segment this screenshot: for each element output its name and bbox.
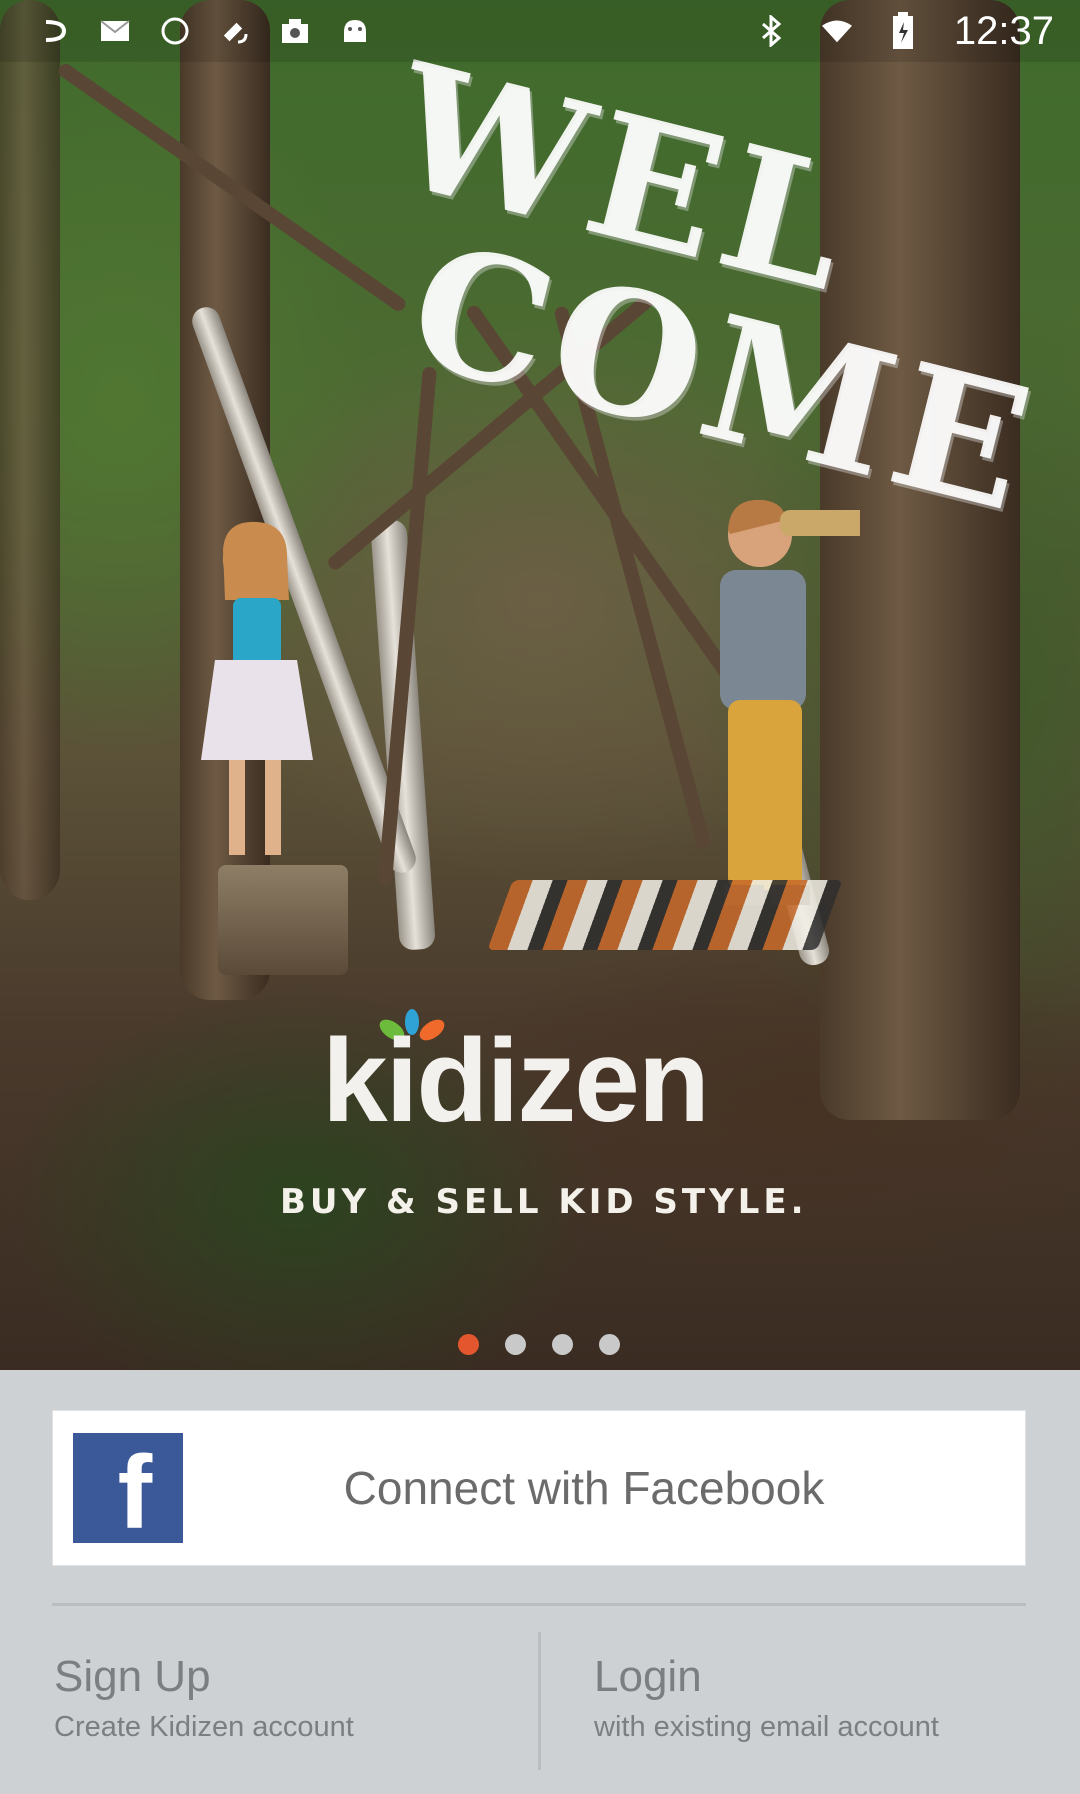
page-dot-3[interactable] (552, 1334, 573, 1355)
login-title: Login (594, 1652, 702, 1701)
login-button[interactable]: Login with existing email account (594, 1652, 939, 1744)
mail-icon (100, 16, 130, 46)
tree-trunk (0, 0, 60, 900)
page-dot-4[interactable] (599, 1334, 620, 1355)
facebook-icon: f (73, 1433, 183, 1545)
facebook-button-label: Connect with Facebook (343, 1462, 825, 1514)
camera-icon (280, 16, 310, 46)
divider (52, 1603, 1026, 1606)
page-dot-2[interactable] (505, 1334, 526, 1355)
tree-stump (218, 865, 348, 975)
bluetooth-icon (756, 15, 786, 47)
page-dot-1[interactable] (458, 1334, 479, 1355)
striped-blanket (487, 880, 843, 950)
signup-button[interactable]: Sign Up Create Kidizen account (54, 1652, 354, 1744)
kidizen-logo: kidizen (322, 1008, 750, 1140)
wifi-icon (821, 16, 852, 46)
tagline: BUY & SELL KID STYLE. (280, 1182, 808, 1222)
android-icon (340, 16, 370, 46)
circle-icon (160, 16, 190, 46)
signup-title: Sign Up (54, 1652, 211, 1701)
satellite-icon (220, 16, 250, 46)
clock: 12:37 (953, 8, 1054, 53)
login-subtitle: with existing email account (594, 1711, 939, 1743)
notification-icon (40, 16, 70, 46)
signup-subtitle: Create Kidizen account (54, 1711, 354, 1743)
connect-facebook-button[interactable]: f Connect with Facebook (52, 1410, 1026, 1566)
page-indicator (458, 1334, 620, 1355)
girl-figure (201, 521, 313, 855)
welcome-hero-image: WEL COME kidizen BUY & SELL KID STYLE. (0, 0, 1080, 1370)
status-bar: 12:37 (0, 0, 1080, 62)
logo-wordmark: kidizen (322, 1015, 710, 1147)
divider (538, 1632, 541, 1770)
battery-icon (888, 12, 918, 49)
